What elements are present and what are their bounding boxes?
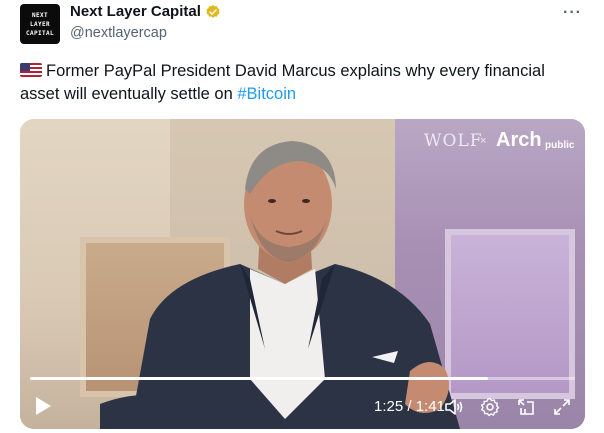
video-player[interactable]: WOLF × Arch public 1:25 / 1:41 <box>20 119 585 429</box>
hashtag-link[interactable]: #Bitcoin <box>237 85 296 103</box>
more-options-icon[interactable]: ··· <box>563 4 582 22</box>
picture-in-picture-icon[interactable] <box>516 397 536 417</box>
avatar-line-2: LAYER <box>29 20 51 28</box>
watermark-arch: Arch <box>496 129 542 151</box>
fullscreen-icon[interactable] <box>552 397 572 417</box>
settings-gear-icon[interactable] <box>480 397 500 417</box>
author-name[interactable]: Next Layer Capital <box>70 3 201 20</box>
volume-icon[interactable] <box>444 397 464 417</box>
video-controls: 1:25 / 1:41 <box>20 387 585 427</box>
play-icon[interactable] <box>34 396 52 416</box>
avatar-line-3: CAPITAL <box>25 29 55 37</box>
video-progress-bar[interactable] <box>30 377 575 380</box>
speaker-figure <box>100 141 460 429</box>
avatar-line-1: NEXT <box>31 11 49 19</box>
video-time: 1:25 / 1:41 <box>374 398 445 415</box>
us-flag-icon <box>20 63 42 77</box>
author-row: Next Layer Capital <box>70 3 221 20</box>
author-handle[interactable]: @nextlayercap <box>70 25 167 41</box>
avatar[interactable]: NEXT LAYER CAPITAL <box>20 4 60 44</box>
watermark-public: public <box>545 140 575 151</box>
watermark-separator: × <box>480 135 487 147</box>
tweet-text: Former PayPal President David Marcus exp… <box>20 60 585 106</box>
verified-badge-icon <box>206 4 220 18</box>
video-progress-fill <box>30 377 488 380</box>
